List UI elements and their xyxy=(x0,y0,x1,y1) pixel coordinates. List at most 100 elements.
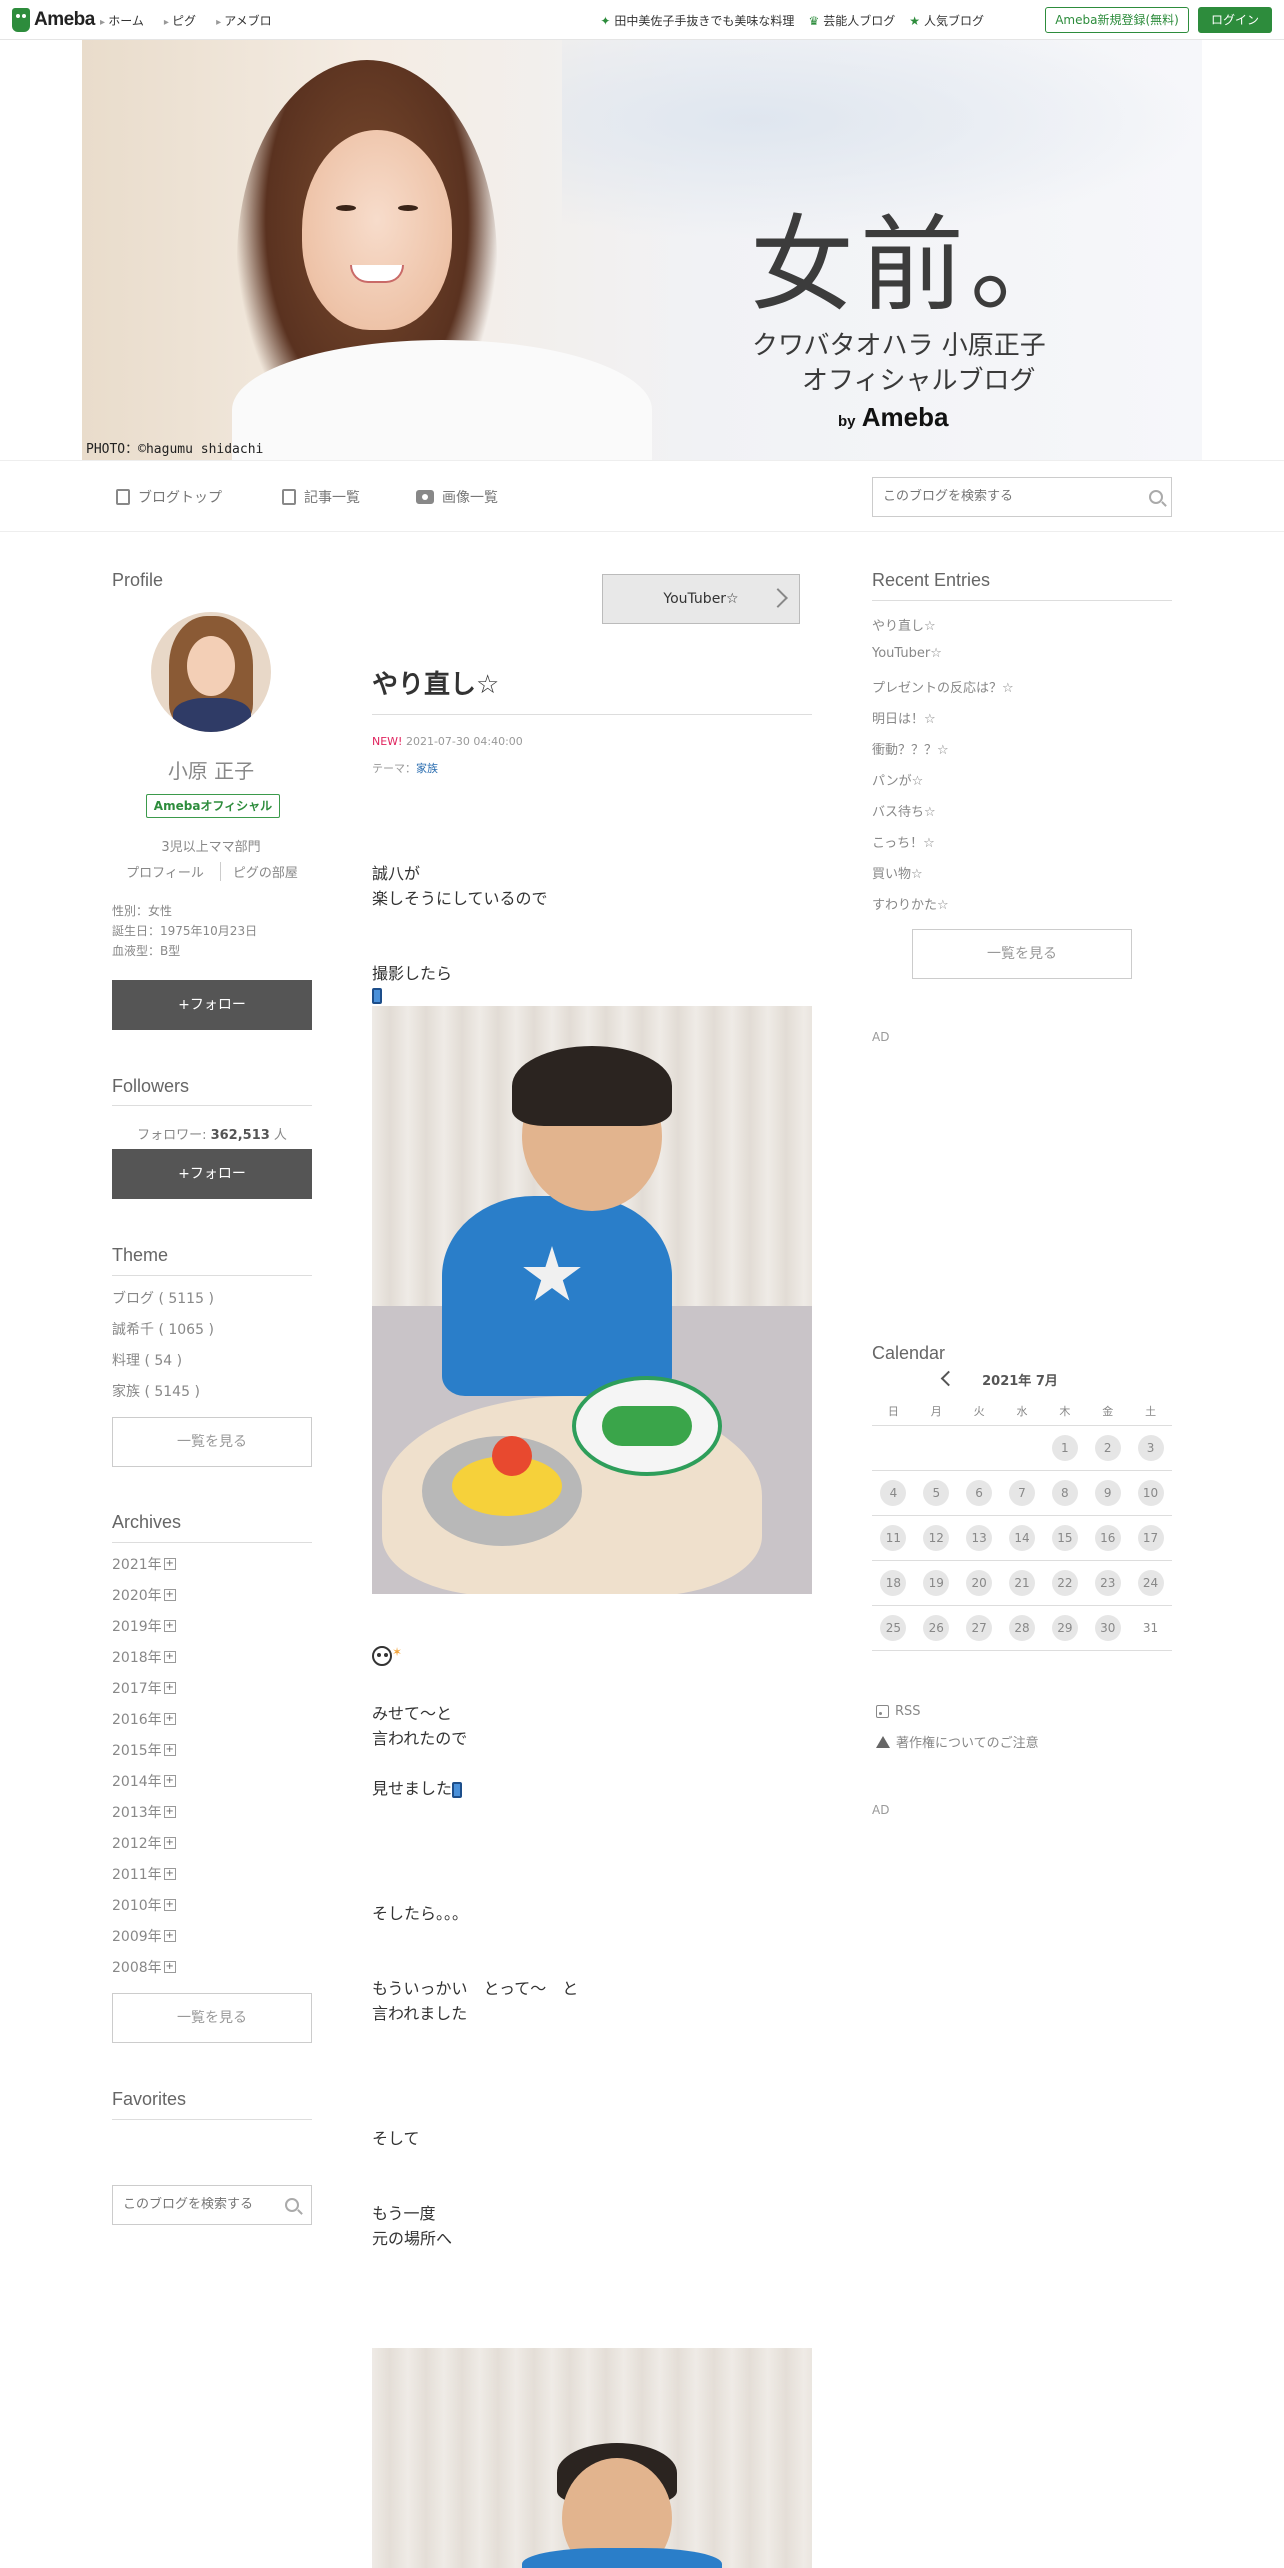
expand-icon[interactable]: + xyxy=(163,1899,176,1911)
nav-home[interactable]: ホーム xyxy=(100,12,144,29)
calendar-day[interactable]: 8 xyxy=(1051,1480,1078,1506)
article-photo[interactable] xyxy=(372,1006,812,1594)
nav-pigg[interactable]: ピグ xyxy=(164,12,196,29)
calendar-day[interactable]: 29 xyxy=(1051,1615,1078,1641)
recent-entry-link[interactable]: プレゼントの反応は？☆ xyxy=(872,677,1014,696)
archive-item[interactable]: 2017年 + xyxy=(112,1678,176,1698)
theme-more-button[interactable]: 一覧を見る xyxy=(112,1417,312,1467)
calendar-day[interactable]: 5 xyxy=(923,1480,950,1506)
recent-entry-link[interactable]: YouTuber☆ xyxy=(872,646,942,661)
expand-icon[interactable]: + xyxy=(163,1713,176,1725)
expand-icon[interactable]: + xyxy=(163,1930,176,1942)
featured-link-recipe[interactable]: ✦ 田中美佐子手抜きでも美味な料理 xyxy=(600,12,794,29)
calendar-day[interactable]: 17 xyxy=(1137,1525,1164,1551)
calendar-day[interactable]: 1 xyxy=(1051,1435,1078,1461)
recent-more-button[interactable]: 一覧を見る xyxy=(912,929,1132,979)
prev-entry-button[interactable]: YouTuber☆ xyxy=(602,574,800,624)
archive-item[interactable]: 2015年 + xyxy=(112,1740,176,1760)
archives-more-button[interactable]: 一覧を見る xyxy=(112,1993,312,2043)
calendar-day[interactable]: 30 xyxy=(1094,1615,1121,1641)
theme-item[interactable]: 誠希千 ( 1065 ) xyxy=(112,1319,214,1339)
expand-icon[interactable]: + xyxy=(163,1558,176,1570)
recent-entry-link[interactable]: 明日は！☆ xyxy=(872,708,936,727)
login-button[interactable]: ログイン xyxy=(1198,7,1272,33)
archive-item[interactable]: 2014年 + xyxy=(112,1771,176,1791)
calendar-day[interactable]: 19 xyxy=(923,1570,950,1596)
recent-entry-link[interactable]: すわりかた☆ xyxy=(872,894,949,913)
calendar-day[interactable]: 3 xyxy=(1137,1435,1164,1461)
calendar-day[interactable]: 25 xyxy=(880,1615,907,1641)
theme-item[interactable]: ブログ ( 5115 ) xyxy=(112,1288,214,1308)
archive-item[interactable]: 2012年 + xyxy=(112,1833,176,1853)
search-icon[interactable] xyxy=(1149,490,1163,504)
expand-icon[interactable]: + xyxy=(163,1744,176,1756)
blog-search-input[interactable] xyxy=(883,489,1123,504)
expand-icon[interactable]: + xyxy=(163,1961,176,1973)
calendar-day[interactable]: 26 xyxy=(923,1615,950,1641)
calendar-day[interactable]: 27 xyxy=(966,1615,993,1641)
blog-top-link[interactable]: ブログトップ xyxy=(116,487,222,507)
calendar-day[interactable]: 22 xyxy=(1051,1570,1078,1596)
calendar-day[interactable]: 18 xyxy=(880,1570,907,1596)
calendar-day[interactable]: 10 xyxy=(1137,1480,1164,1506)
calendar-day[interactable]: 24 xyxy=(1137,1570,1164,1596)
archive-item[interactable]: 2019年 + xyxy=(112,1616,176,1636)
recent-entry-link[interactable]: 衝動？？？☆ xyxy=(872,739,949,758)
article-theme-link[interactable]: 家族 xyxy=(416,762,438,775)
calendar-day[interactable]: 21 xyxy=(1008,1570,1035,1596)
follow-button-followers[interactable]: +フォロー xyxy=(112,1149,312,1199)
calendar-day[interactable]: 2 xyxy=(1094,1435,1121,1461)
search-icon[interactable] xyxy=(285,2198,299,2212)
expand-icon[interactable]: + xyxy=(163,1775,176,1787)
sidebar-search-input[interactable] xyxy=(123,2197,283,2212)
images-list-link[interactable]: 画像一覧 xyxy=(416,487,498,507)
nav-ameblo[interactable]: アメブロ xyxy=(216,12,271,29)
archive-item[interactable]: 2016年 + xyxy=(112,1709,176,1729)
article-title[interactable]: やり直し☆ xyxy=(372,664,499,701)
archive-item[interactable]: 2020年 + xyxy=(112,1585,176,1605)
recent-entry-link[interactable]: バス待ち☆ xyxy=(872,801,936,820)
archive-item[interactable]: 2008年 + xyxy=(112,1957,176,1977)
profile-link[interactable]: プロフィール xyxy=(126,862,204,881)
calendar-day[interactable]: 13 xyxy=(966,1525,993,1551)
ameba-logo[interactable]: Ameba xyxy=(12,8,95,32)
featured-link-celeb[interactable]: ♛ 芸能人ブログ xyxy=(808,12,895,29)
recent-entry-link[interactable]: やり直し☆ xyxy=(872,615,936,634)
featured-link-popular[interactable]: ★ 人気ブログ xyxy=(909,12,984,29)
archive-item[interactable]: 2018年 + xyxy=(112,1647,176,1667)
recent-entry-link[interactable]: こっち！☆ xyxy=(872,832,935,851)
rss-link[interactable]: RSS xyxy=(876,1704,921,1719)
calendar-day[interactable]: 9 xyxy=(1094,1480,1121,1506)
calendar-day[interactable]: 23 xyxy=(1094,1570,1121,1596)
calendar-day[interactable]: 28 xyxy=(1008,1615,1035,1641)
article-photo[interactable] xyxy=(372,2348,812,2568)
follow-button[interactable]: +フォロー xyxy=(112,980,312,1030)
register-button[interactable]: Ameba新規登録(無料) xyxy=(1045,7,1189,33)
archive-item[interactable]: 2011年 + xyxy=(112,1864,176,1884)
profile-name[interactable]: 小原 正子 xyxy=(0,755,422,784)
theme-item[interactable]: 料理 ( 54 ) xyxy=(112,1350,182,1370)
calendar-day[interactable]: 20 xyxy=(966,1570,993,1596)
archive-item[interactable]: 2009年 + xyxy=(112,1926,176,1946)
copyright-notice-link[interactable]: 著作権についてのご注意 xyxy=(876,1732,1039,1751)
entries-list-link[interactable]: 記事一覧 xyxy=(282,487,360,507)
recent-entry-link[interactable]: 買い物☆ xyxy=(872,863,923,882)
expand-icon[interactable]: + xyxy=(163,1837,176,1849)
calendar-day[interactable]: 4 xyxy=(880,1480,907,1506)
calendar-day[interactable]: 16 xyxy=(1094,1525,1121,1551)
expand-icon[interactable]: + xyxy=(163,1868,176,1880)
pigg-room-link[interactable]: ピグの部屋 xyxy=(219,862,298,881)
theme-item[interactable]: 家族 ( 5145 ) xyxy=(112,1381,200,1401)
calendar-day[interactable]: 15 xyxy=(1051,1525,1078,1551)
archive-item[interactable]: 2010年 + xyxy=(112,1895,176,1915)
recent-entry-link[interactable]: パンが☆ xyxy=(872,770,923,789)
archive-item[interactable]: 2021年 + xyxy=(112,1554,176,1574)
blog-header-banner[interactable]: 女前。 クワバタオハラ 小原正子 オフィシャルブログ by Ameba PHOT… xyxy=(82,40,1202,460)
avatar[interactable] xyxy=(151,612,271,732)
archive-item[interactable]: 2013年 + xyxy=(112,1802,176,1822)
calendar-day[interactable]: 12 xyxy=(923,1525,950,1551)
calendar-day[interactable]: 14 xyxy=(1008,1525,1035,1551)
expand-icon[interactable]: + xyxy=(163,1620,176,1632)
calendar-day[interactable]: 7 xyxy=(1008,1480,1035,1506)
expand-icon[interactable]: + xyxy=(163,1682,176,1694)
